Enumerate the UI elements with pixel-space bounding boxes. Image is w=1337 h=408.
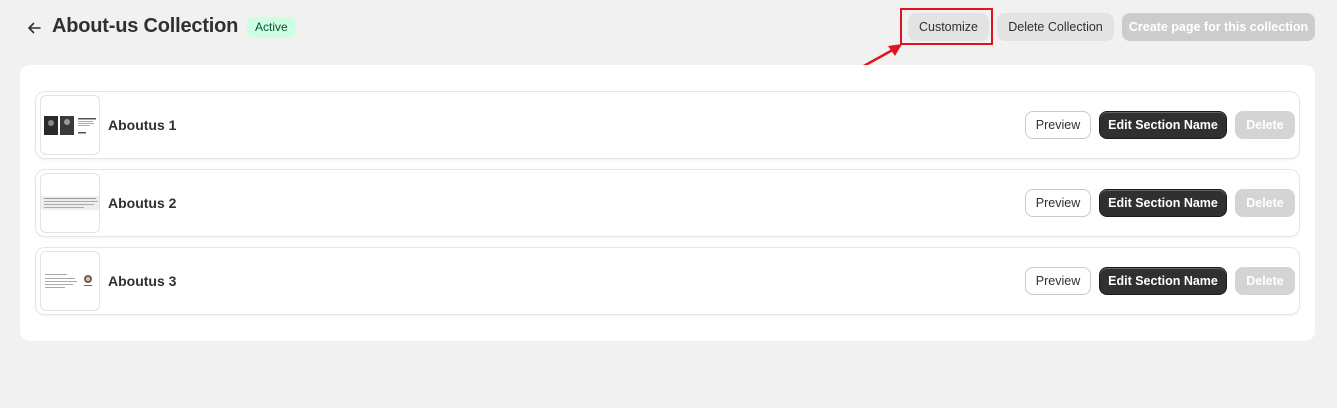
customize-button[interactable]: Customize (908, 13, 989, 41)
edit-section-name-button[interactable]: Edit Section Name (1099, 267, 1227, 295)
section-thumbnail (40, 173, 100, 233)
section-row: Aboutus 3 Preview Edit Section Name Dele… (35, 247, 1300, 315)
section-name: Aboutus 3 (108, 273, 177, 289)
status-badge: Active (247, 17, 296, 38)
edit-section-name-button[interactable]: Edit Section Name (1099, 111, 1227, 139)
preview-button[interactable]: Preview (1025, 111, 1091, 139)
preview-button[interactable]: Preview (1025, 267, 1091, 295)
create-page-button[interactable]: Create page for this collection (1122, 13, 1315, 41)
section-row: Aboutus 2 Preview Edit Section Name Dele… (35, 169, 1300, 237)
section-name: Aboutus 1 (108, 117, 177, 133)
section-thumbnail (40, 251, 100, 311)
back-button[interactable] (22, 16, 46, 40)
section-thumbnail (40, 95, 100, 155)
sections-card: Aboutus 1 Preview Edit Section Name Dele… (20, 65, 1315, 341)
thumbnail-image (44, 116, 96, 135)
thumbnail-image (41, 196, 99, 210)
page-title: About-us Collection (52, 15, 239, 37)
section-name: Aboutus 2 (108, 195, 177, 211)
delete-section-button[interactable]: Delete (1235, 189, 1295, 217)
section-row: Aboutus 1 Preview Edit Section Name Dele… (35, 91, 1300, 159)
preview-button[interactable]: Preview (1025, 189, 1091, 217)
thumbnail-image (45, 274, 92, 288)
arrow-left-icon (28, 22, 41, 34)
delete-collection-button[interactable]: Delete Collection (997, 13, 1114, 41)
delete-section-button[interactable]: Delete (1235, 111, 1295, 139)
edit-section-name-button[interactable]: Edit Section Name (1099, 189, 1227, 217)
page-header: About-us Collection Active Customize Del… (0, 0, 1337, 56)
delete-section-button[interactable]: Delete (1235, 267, 1295, 295)
